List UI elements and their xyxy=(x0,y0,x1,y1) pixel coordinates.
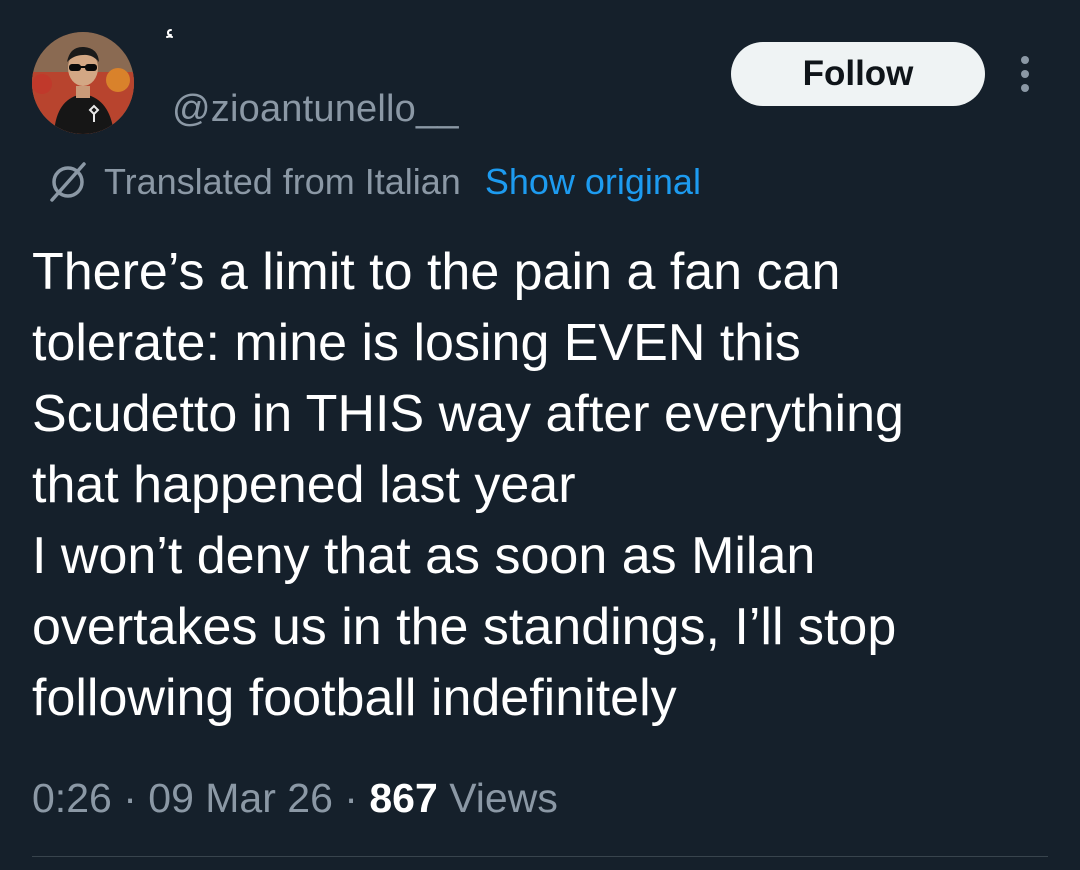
tweet-text: There’s a limit to the pain a fan can to… xyxy=(32,237,1042,734)
views-label[interactable]: Views xyxy=(449,775,558,821)
avatar-photo xyxy=(32,32,134,134)
more-vertical-icon[interactable] xyxy=(1006,54,1044,94)
avatar[interactable] xyxy=(32,32,134,134)
tweet-time[interactable]: 0:26 xyxy=(32,775,112,821)
tweet-text-line: following football indefinitely xyxy=(32,669,677,727)
tweet-text-line: overtakes us in the standings, I’ll stop xyxy=(32,598,897,656)
tweet-card: @zioantunello__ Follow Translated from I… xyxy=(0,0,1080,870)
translated-label: Translated from Italian xyxy=(104,161,461,202)
author-handle[interactable]: @zioantunello__ xyxy=(172,84,459,134)
tweet-meta: 0:26 · 09 Mar 26 · 867 Views xyxy=(32,770,558,826)
translate-icon xyxy=(50,162,86,202)
tweet-text-line: Scudetto in THIS way after everything xyxy=(32,385,904,443)
meta-separator: · xyxy=(344,775,358,821)
tweet-text-line: tolerate: mine is losing EVEN this xyxy=(32,314,801,372)
views-count[interactable]: 867 xyxy=(369,775,437,821)
translation-row: Translated from Italian Show original xyxy=(44,158,701,206)
tweet-text-line: that happened last year xyxy=(32,456,576,514)
tweet-text-line: I won’t deny that as soon as Milan xyxy=(32,527,816,585)
display-name-glyph xyxy=(166,29,173,38)
follow-button[interactable]: Follow xyxy=(731,42,985,106)
show-original-link[interactable]: Show original xyxy=(485,161,701,203)
divider xyxy=(32,856,1048,857)
tweet-date[interactable]: 09 Mar 26 xyxy=(148,775,333,821)
meta-separator: · xyxy=(123,775,137,821)
tweet-text-line: There’s a limit to the pain a fan can xyxy=(32,243,841,301)
